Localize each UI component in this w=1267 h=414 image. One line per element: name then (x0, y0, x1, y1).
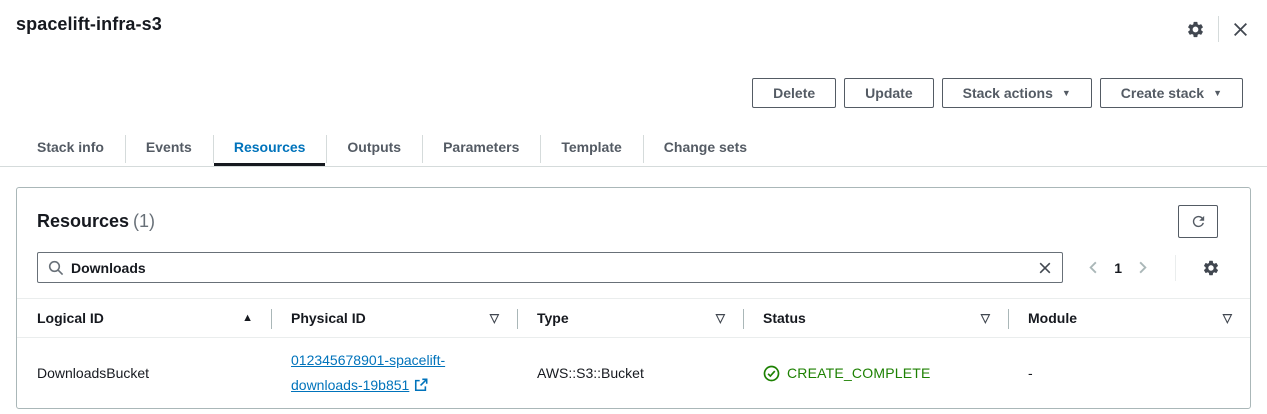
refresh-icon (1190, 213, 1207, 230)
column-header-physical-id[interactable]: Physical ID ▽ (271, 299, 517, 337)
tab-stack-info[interactable]: Stack info (16, 130, 125, 166)
settings-icon[interactable] (1186, 20, 1205, 39)
column-header-module[interactable]: Module ▽ (1008, 299, 1250, 337)
filter-icon[interactable]: ▽ (490, 311, 499, 325)
tab-outputs[interactable]: Outputs (326, 130, 422, 166)
success-check-icon (763, 365, 780, 382)
status-badge: CREATE_COMPLETE (787, 365, 931, 381)
column-header-status[interactable]: Status ▽ (743, 299, 1008, 337)
chevron-left-icon[interactable] (1086, 260, 1101, 275)
cell-physical-id: 012345678901-spacelift-downloads-19b851 (271, 338, 517, 408)
search-box (37, 252, 1063, 283)
close-icon[interactable] (1232, 21, 1249, 38)
refresh-button[interactable] (1178, 205, 1218, 238)
tab-template[interactable]: Template (540, 130, 642, 166)
cell-type: AWS::S3::Bucket (517, 338, 743, 408)
resource-count: (1) (133, 211, 155, 231)
clear-search-icon[interactable] (1038, 261, 1052, 275)
search-icon (48, 260, 64, 276)
filter-icon[interactable]: ▽ (716, 311, 725, 325)
preferences-icon[interactable] (1202, 259, 1220, 277)
table-header: Logical ID ▲ Physical ID ▽ Type ▽ Status… (17, 298, 1250, 337)
page-title: spacelift-infra-s3 (16, 14, 162, 35)
resources-panel-header: Resources (1) (17, 188, 1250, 249)
tab-change-sets[interactable]: Change sets (643, 130, 768, 166)
cell-module: - (1008, 338, 1250, 408)
tab-parameters[interactable]: Parameters (422, 130, 540, 166)
pagination: 1 (1086, 255, 1220, 281)
update-button[interactable]: Update (844, 78, 933, 108)
cell-logical-id: DownloadsBucket (17, 338, 271, 408)
cell-status: CREATE_COMPLETE (743, 338, 1008, 408)
search-input[interactable] (71, 260, 1031, 276)
table-row: DownloadsBucket 012345678901-spacelift-d… (17, 337, 1250, 408)
caret-down-icon: ▼ (1062, 89, 1071, 98)
sort-ascending-icon[interactable]: ▲ (242, 312, 253, 324)
create-stack-dropdown[interactable]: Create stack▼ (1100, 78, 1243, 108)
panel-title: Resources (37, 211, 129, 231)
header-divider (1218, 16, 1219, 42)
caret-down-icon: ▼ (1213, 89, 1222, 98)
external-link-icon (414, 378, 428, 392)
table-toolbar: 1 (17, 249, 1250, 298)
window-header: spacelift-infra-s3 (0, 0, 1267, 42)
stack-actions-bar: Delete Update Stack actions▼ Create stac… (0, 78, 1243, 108)
pagination-divider (1175, 255, 1176, 281)
chevron-right-icon[interactable] (1135, 260, 1150, 275)
column-header-logical-id[interactable]: Logical ID ▲ (17, 299, 271, 337)
page-number[interactable]: 1 (1112, 260, 1124, 276)
resources-panel: Resources (1) 1 (16, 187, 1251, 409)
filter-icon[interactable]: ▽ (1223, 311, 1232, 325)
stack-actions-dropdown[interactable]: Stack actions▼ (942, 78, 1092, 108)
column-header-type[interactable]: Type ▽ (517, 299, 743, 337)
filter-icon[interactable]: ▽ (981, 311, 990, 325)
delete-button[interactable]: Delete (752, 78, 836, 108)
tab-events[interactable]: Events (125, 130, 213, 166)
physical-id-link[interactable]: 012345678901-spacelift-downloads-19b851 (291, 348, 499, 398)
stack-tabs: Stack info Events Resources Outputs Para… (0, 130, 1267, 167)
tab-resources[interactable]: Resources (213, 130, 327, 166)
